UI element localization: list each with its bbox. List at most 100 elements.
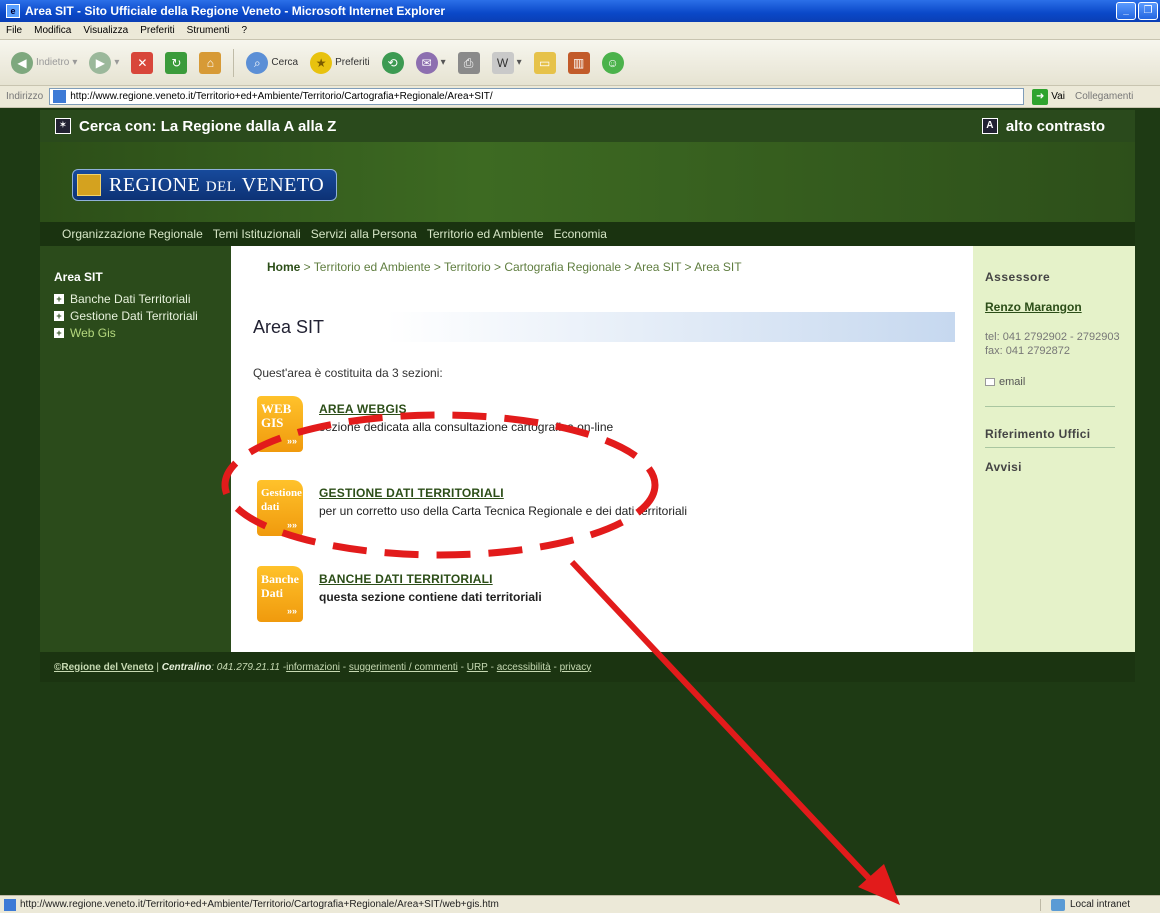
plus-icon: +: [54, 311, 64, 321]
window-title: Area SIT - Sito Ufficiale della Regione …: [25, 4, 446, 18]
entry-gestione: Gestione dati »» GESTIONE DATI TERRITORIA…: [257, 480, 687, 536]
main-nav: Organizzazione Regionale Temi Istituzion…: [40, 222, 1135, 246]
contact-info: tel: 041 2792902 - 2792903 fax: 041 2792…: [985, 331, 1120, 357]
links-label[interactable]: Collegamenti: [1075, 91, 1133, 102]
breadcrumb: Home > Territorio ed Ambiente > Territor…: [267, 260, 742, 274]
back-arrow-icon: ◀: [11, 51, 33, 74]
address-label: Indirizzo: [6, 91, 44, 102]
main-content: Home > Territorio ed Ambiente > Territor…: [231, 246, 973, 652]
menu-visualizza[interactable]: Visualizza: [83, 25, 128, 36]
printer-icon: ⎙: [457, 51, 480, 74]
footer-suggerimenti[interactable]: suggerimenti / commenti: [349, 662, 458, 673]
sidebar-item-gestione-dati[interactable]: + Gestione Dati Territoriali: [54, 309, 231, 323]
address-input[interactable]: http://www.regione.veneto.it/Territorio+…: [49, 88, 1025, 105]
refresh-button[interactable]: ↻: [162, 50, 190, 76]
browser-toolbar: ◀ Indietro ▾ ▶ ▾ ✕ ↻ ⌂ ⌕ Cerca ★ Preferi…: [0, 40, 1160, 86]
site-logo[interactable]: REGIONE DEL VENETO: [72, 169, 338, 201]
email-link[interactable]: email: [985, 376, 1135, 388]
menu-modifica[interactable]: Modifica: [34, 25, 71, 36]
nav-temi[interactable]: Temi Istituzionali: [213, 227, 301, 241]
menu-help[interactable]: ?: [241, 25, 247, 36]
back-button[interactable]: ◀ Indietro ▾: [8, 50, 80, 76]
right-panel: Assessore Renzo Marangon tel: 041 279290…: [973, 246, 1135, 652]
sidebar-item-banche-dati[interactable]: + Banche Dati Territoriali: [54, 292, 231, 306]
favorites-button[interactable]: ★ Preferiti: [307, 50, 372, 76]
breadcrumb-home[interactable]: Home: [267, 260, 300, 274]
intro-text: Quest'area è costituita da 3 sezioni:: [253, 366, 443, 380]
messenger-button[interactable]: ☺: [599, 50, 627, 76]
banche-link[interactable]: BANCHE DATI TERRITORIALI: [319, 572, 542, 586]
plus-icon: +: [54, 328, 64, 338]
intranet-icon: [1050, 898, 1065, 911]
site-banner: REGIONE DEL VENETO: [40, 142, 1135, 222]
page-status-icon: [4, 898, 16, 911]
footer-informazioni[interactable]: informazioni: [286, 662, 340, 673]
window-titlebar: e Area SIT - Sito Ufficiale della Region…: [0, 0, 1160, 22]
site-topbar: ✶ Cerca con: La Regione dalla A alla Z A…: [40, 110, 1135, 142]
go-button[interactable]: ➜ Vai: [1032, 88, 1065, 105]
gestione-badge-icon[interactable]: Gestione dati »»: [257, 480, 303, 536]
toolbar-separator: [233, 48, 235, 77]
print-button[interactable]: ⎙: [455, 50, 483, 76]
stop-icon: ✕: [131, 51, 154, 74]
webgis-link[interactable]: AREA WEBGIS: [319, 402, 613, 416]
divider: [985, 447, 1115, 448]
search-button[interactable]: ⌕ Cerca: [243, 50, 301, 76]
banche-desc: questa sezione contiene dati territorial…: [319, 590, 542, 604]
high-contrast-link[interactable]: A alto contrasto: [981, 118, 1105, 135]
stop-button[interactable]: ✕: [128, 50, 156, 76]
gestione-link[interactable]: GESTIONE DATI TERRITORIALI: [319, 486, 687, 500]
menu-file[interactable]: File: [6, 25, 22, 36]
divider: [985, 406, 1115, 407]
folder-button[interactable]: ▭: [531, 50, 559, 76]
home-button[interactable]: ⌂: [196, 50, 224, 76]
minimize-icon[interactable]: _: [1116, 2, 1136, 20]
research-button[interactable]: ▥: [565, 50, 593, 76]
nav-economia[interactable]: Economia: [554, 227, 607, 241]
folder-icon: ▭: [533, 51, 556, 74]
nav-territorio[interactable]: Territorio ed Ambiente: [427, 227, 544, 241]
edit-button[interactable]: W ▾: [489, 50, 525, 76]
nav-servizi[interactable]: Servizi alla Persona: [311, 227, 417, 241]
search-index-link[interactable]: ✶ Cerca con: La Regione dalla A alla Z: [55, 118, 336, 135]
left-sidebar: Area SIT + Banche Dati Territoriali + Ge…: [40, 246, 231, 652]
status-bar: http://www.regione.veneto.it/Territorio+…: [0, 895, 1160, 913]
home-icon: ⌂: [199, 51, 222, 74]
search-icon: ⌕: [246, 51, 269, 74]
contrast-icon: A: [981, 118, 998, 134]
page-title: Area SIT: [245, 312, 955, 342]
crest-icon: [77, 174, 101, 196]
edit-icon: W: [491, 51, 514, 74]
nav-organizzazione[interactable]: Organizzazione Regionale: [62, 227, 203, 241]
window-controls: _ ❐: [1116, 2, 1158, 20]
webgis-badge-icon[interactable]: WEB GIS »»: [257, 396, 303, 452]
notices-link[interactable]: Avvisi: [985, 460, 1135, 474]
forward-button[interactable]: ▶ ▾: [86, 50, 122, 76]
sidebar-item-web-gis[interactable]: + Web Gis: [54, 326, 231, 340]
status-url: http://www.regione.veneto.it/Territorio+…: [20, 899, 499, 910]
mail-button[interactable]: ✉ ▾: [413, 50, 449, 76]
entry-banche: Banche Dati »» BANCHE DATI TERRITORIALI q…: [257, 566, 542, 622]
assessore-label: Assessore: [985, 270, 1051, 284]
site-footer: ©Regione del Veneto | Centralino : 041.2…: [40, 652, 1135, 682]
history-icon: ⟲: [381, 51, 404, 74]
footer-accessibilita[interactable]: accessibilità: [497, 662, 551, 673]
restore-icon[interactable]: ❐: [1138, 2, 1158, 20]
assessore-link[interactable]: Renzo Marangon: [985, 300, 1135, 314]
footer-copyright-link[interactable]: ©Regione del Veneto: [54, 662, 154, 673]
books-icon: ▥: [567, 51, 590, 74]
footer-privacy[interactable]: privacy: [560, 662, 592, 673]
sidebar-title: Area SIT: [54, 270, 103, 284]
history-button[interactable]: ⟲: [379, 50, 407, 76]
gestione-desc: per un corretto uso della Carta Tecnica …: [319, 504, 687, 518]
go-arrow-icon: ➜: [1032, 88, 1049, 105]
footer-urp[interactable]: URP: [467, 662, 488, 673]
forward-arrow-icon: ▶: [89, 51, 112, 74]
refresh-icon: ↻: [165, 51, 188, 74]
banche-badge-icon[interactable]: Banche Dati »»: [257, 566, 303, 622]
webgis-desc: sezione dedicata alla consultazione cart…: [319, 420, 614, 434]
offices-link[interactable]: Riferimento Uffici: [985, 427, 1135, 441]
menu-preferiti[interactable]: Preferiti: [140, 25, 174, 36]
menu-strumenti[interactable]: Strumenti: [187, 25, 230, 36]
menu-bar: File Modifica Visualizza Preferiti Strum…: [0, 22, 1160, 40]
